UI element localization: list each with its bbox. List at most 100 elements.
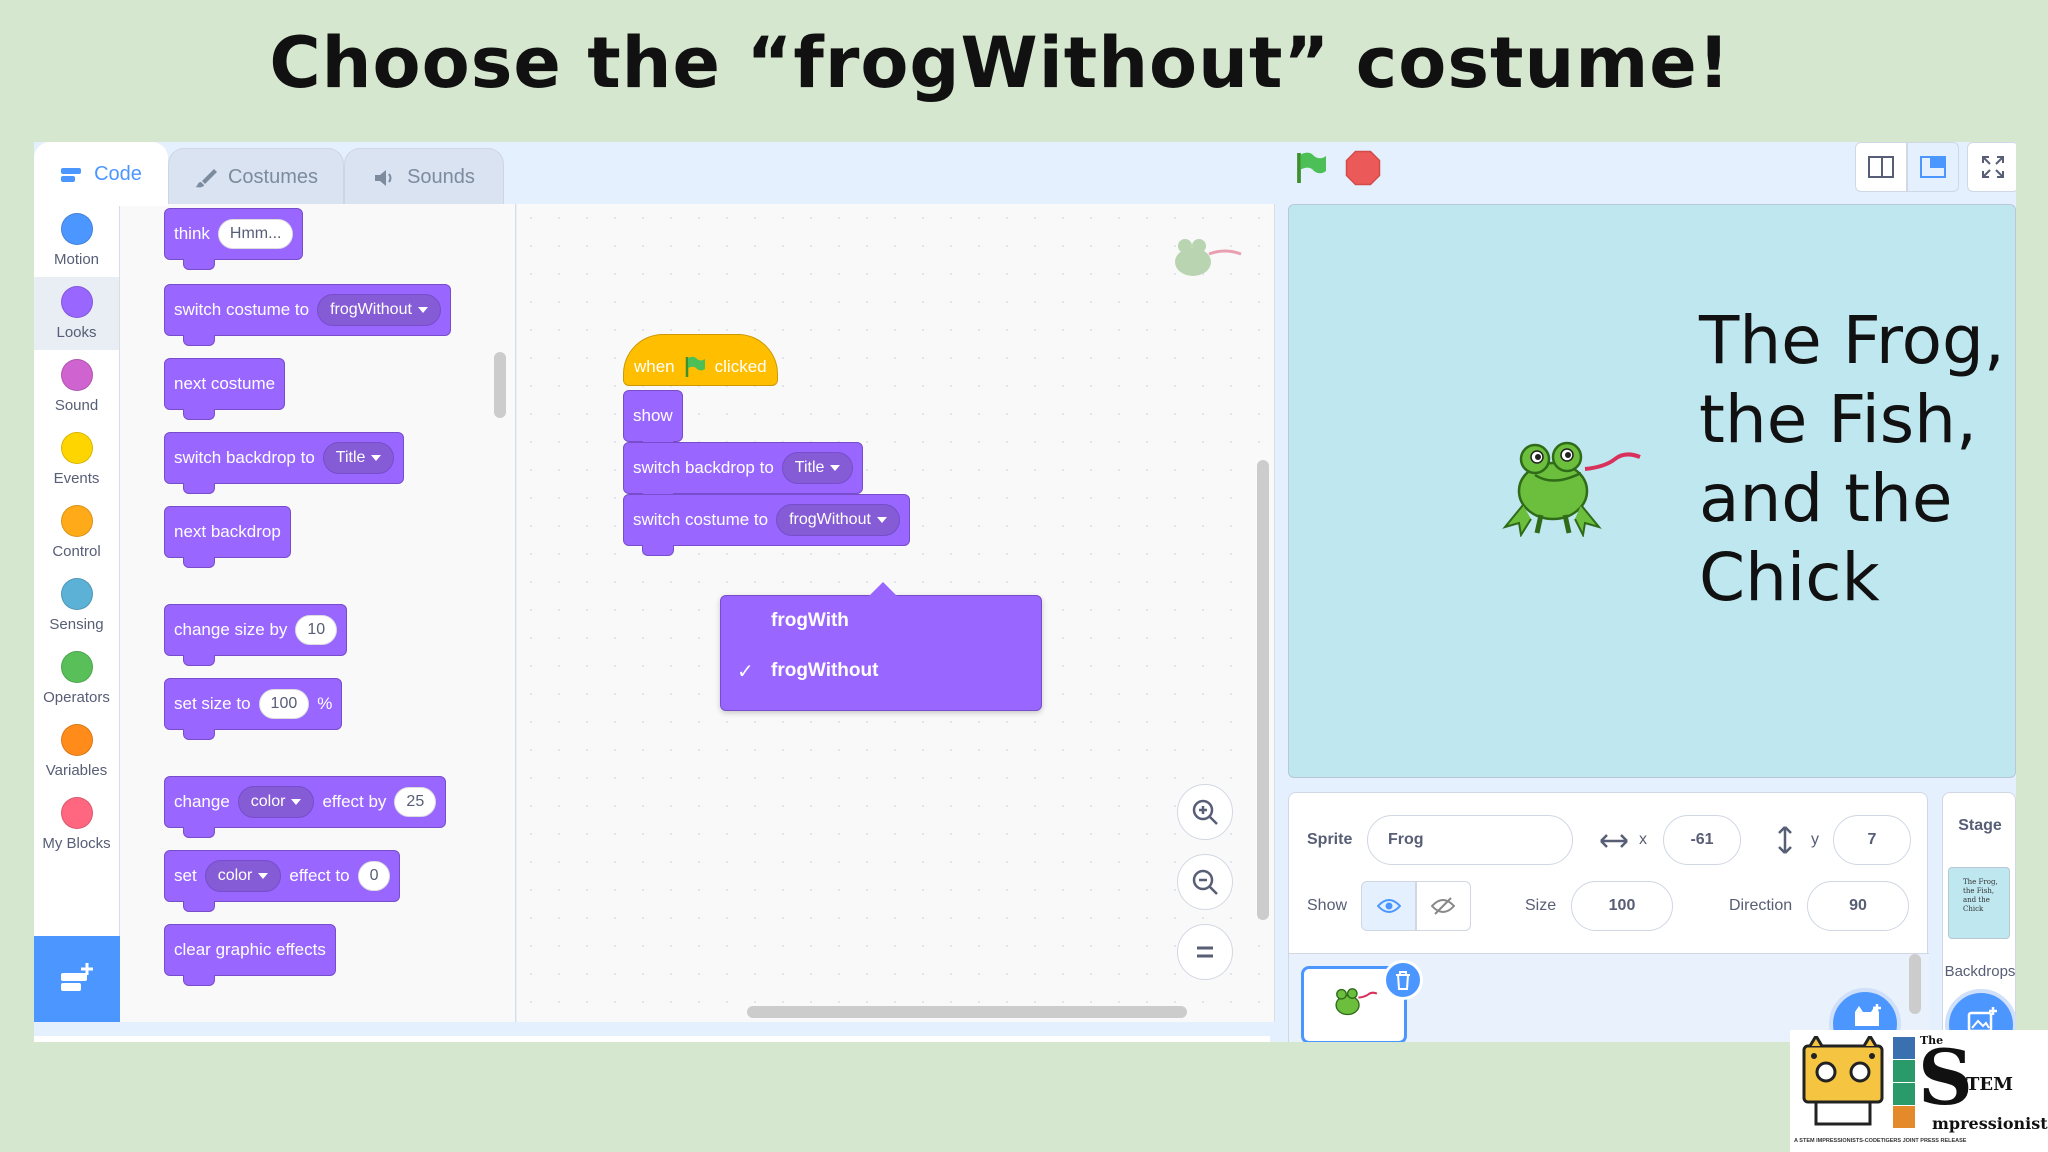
delete-sprite-button[interactable]: [1383, 960, 1423, 1000]
normal-stage-button[interactable]: [1907, 142, 1959, 192]
category-label: My Blocks: [42, 835, 111, 852]
block-change-effect[interactable]: change color effect by 25: [164, 776, 447, 838]
category-operators[interactable]: Operators: [34, 642, 119, 715]
block-next-backdrop[interactable]: next backdrop: [164, 506, 291, 568]
slide-title: Choose the “frogWithout” costume!: [269, 22, 1731, 104]
costume-dropdown[interactable]: frogWithout: [317, 294, 441, 326]
block-switch-backdrop[interactable]: switch backdrop to Title: [164, 432, 405, 494]
small-stage-button[interactable]: [1855, 142, 1907, 192]
set-size-input[interactable]: 100: [258, 689, 310, 719]
backdrop-dropdown[interactable]: Title: [322, 442, 395, 474]
category-dot: [60, 432, 93, 464]
stop-sign-icon[interactable]: [1345, 150, 1381, 186]
speaker-icon: [375, 169, 392, 186]
category-control[interactable]: Control: [34, 496, 119, 569]
tab-code[interactable]: Code: [34, 142, 168, 206]
vertical-arrows-icon: [1778, 826, 1792, 854]
eye-slash-icon: [1431, 897, 1455, 915]
stage-title-line: Chick: [1699, 539, 1880, 616]
direction-field[interactable]: 90: [1807, 881, 1909, 931]
block-label: switch backdrop to: [174, 448, 315, 467]
stage-target-pane[interactable]: Stage The Frog, the Fish, and the Chick …: [1942, 792, 2016, 1042]
sprite-list-scrollbar[interactable]: [1909, 954, 1921, 1014]
block-label: change: [174, 792, 230, 811]
fullscreen-button[interactable]: [1967, 142, 2016, 192]
dropdown-value: Title: [794, 459, 825, 476]
set-effect-input[interactable]: 0: [357, 861, 391, 891]
normal-stage-icon: [1920, 156, 1946, 178]
code-blocks-icon: [61, 167, 82, 182]
zoom-reset-button[interactable]: [1177, 924, 1233, 980]
category-motion[interactable]: Motion: [34, 204, 119, 277]
script-block-switch-backdrop[interactable]: switch backdrop to Title: [623, 442, 864, 504]
block-next-costume[interactable]: next costume: [164, 358, 286, 420]
category-looks[interactable]: Looks: [34, 277, 119, 350]
think-input[interactable]: Hmm...: [217, 219, 294, 249]
menu-option-frogwithout[interactable]: frogWithout: [771, 660, 878, 682]
block-label: clear graphic effects: [174, 940, 326, 959]
block-change-size[interactable]: change size by 10: [164, 604, 348, 666]
show-label: Show: [1307, 897, 1348, 914]
when-flag-clicked-block[interactable]: when clicked: [623, 334, 778, 386]
y-position-field[interactable]: 7: [1833, 815, 1911, 865]
equals-icon: [1197, 946, 1213, 958]
category-events[interactable]: Events: [34, 423, 119, 496]
change-effect-input[interactable]: 25: [394, 787, 437, 817]
script-block-switch-costume[interactable]: switch costume to frogWithout: [623, 494, 910, 556]
category-sensing[interactable]: Sensing: [34, 569, 119, 642]
tab-code-label: Code: [94, 163, 142, 185]
workspace-h-scrollbar[interactable]: [747, 1006, 1187, 1018]
x-position-field[interactable]: -61: [1663, 815, 1741, 865]
add-extension-button[interactable]: [34, 936, 120, 1022]
block-switch-costume[interactable]: switch costume to frogWithout: [164, 284, 451, 346]
block-set-size[interactable]: set size to 100 %: [164, 678, 343, 740]
show-hidden-button[interactable]: [1415, 881, 1471, 931]
category-label: Looks: [56, 324, 97, 341]
frog-sprite[interactable]: [1495, 427, 1655, 537]
hat-label-when: when: [634, 357, 675, 376]
stem-symbols-icon: [1893, 1037, 1915, 1128]
menu-option-frogwith[interactable]: frogWith: [771, 610, 849, 632]
show-visible-button[interactable]: [1361, 881, 1417, 931]
size-field[interactable]: 100: [1571, 881, 1673, 931]
backdrop-thumbnail[interactable]: The Frog, the Fish, and the Chick: [1948, 867, 2010, 939]
tab-sounds[interactable]: Sounds: [344, 148, 504, 206]
category-dot: [60, 651, 93, 683]
stage-title-line: the Fish,: [1699, 381, 1977, 458]
block-label: next costume: [174, 374, 276, 393]
script-block-show[interactable]: show: [623, 390, 683, 452]
effect-dropdown[interactable]: color: [204, 860, 282, 892]
category-sound[interactable]: Sound: [34, 350, 119, 423]
category-label: Operators: [43, 689, 110, 706]
tab-costumes[interactable]: Costumes: [168, 148, 344, 206]
block-set-effect[interactable]: set color effect to 0: [164, 850, 401, 912]
paintbrush-icon: [194, 168, 217, 187]
workspace-v-scrollbar[interactable]: [1257, 460, 1269, 920]
category-variables[interactable]: Variables: [34, 715, 119, 788]
logo-s-letter: S: [1918, 1033, 1973, 1122]
block-label: switch costume to: [174, 300, 310, 319]
zoom-in-button[interactable]: [1177, 784, 1233, 840]
category-dot: [60, 213, 93, 245]
scratch-editor: Code Costumes Sounds Motion Looks Sound …: [34, 142, 2016, 1042]
check-icon: ✓: [737, 661, 754, 683]
backdrop-dropdown[interactable]: Title: [781, 452, 854, 484]
editor-bottom-bar: [34, 1036, 1270, 1042]
small-stage-icon: [1868, 156, 1894, 178]
palette-scrollbar[interactable]: [494, 352, 506, 418]
category-dot: [60, 797, 93, 829]
effect-dropdown[interactable]: color: [237, 786, 315, 818]
block-think[interactable]: think Hmm...: [164, 208, 304, 270]
block-clear-effects[interactable]: clear graphic effects: [164, 924, 336, 986]
zoom-out-button[interactable]: [1177, 854, 1233, 910]
logo-text-tem: TEM: [1966, 1074, 2014, 1095]
sprite-name-field[interactable]: Frog: [1367, 815, 1573, 865]
stage-canvas[interactable]: The Frog, the Fish, and the Chick: [1288, 204, 2016, 778]
stage-header: [1275, 142, 2016, 204]
change-size-input[interactable]: 10: [295, 615, 338, 645]
category-my-blocks[interactable]: My Blocks: [34, 788, 119, 861]
costume-dropdown[interactable]: frogWithout: [776, 504, 900, 536]
category-dot: [60, 578, 93, 610]
green-flag-icon[interactable]: [1293, 150, 1329, 186]
horizontal-arrows-icon: [1600, 834, 1628, 848]
